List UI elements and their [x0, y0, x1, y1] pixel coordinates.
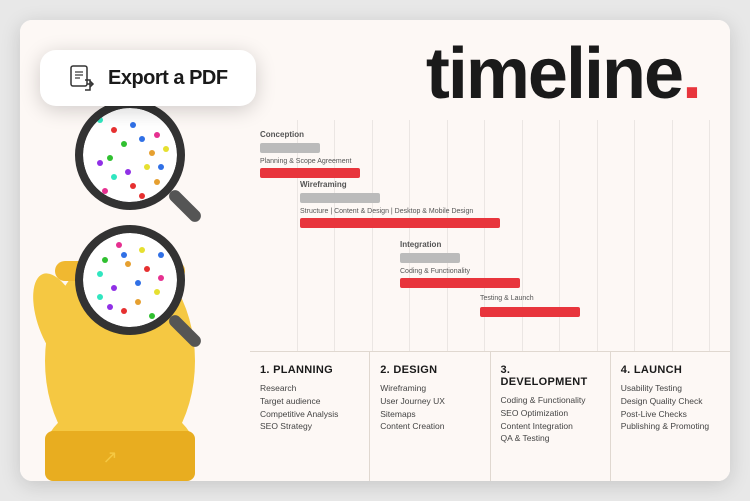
gantt-bar-2-red [300, 218, 500, 228]
section-design: 2. DESIGN Wireframing User Journey UX Si… [370, 352, 490, 481]
gantt-bar-4-red [480, 307, 580, 317]
gantt-row-2-label2: Structure | Content & Design | Desktop &… [300, 208, 580, 215]
section-planning-title: 1. PLANNING [260, 364, 359, 376]
section-design-item-2: User Journey UX [380, 395, 479, 408]
section-development: 3. DEVELOPMENT Coding & Functionality SE… [491, 352, 611, 481]
section-development-title: 3. DEVELOPMENT [501, 364, 600, 388]
gantt-row-2: Wireframing Structure | Content & Design… [300, 180, 580, 228]
section-launch-title: 4. LAUNCH [621, 364, 720, 376]
title-area: timeline. [426, 38, 700, 110]
gantt-bar-1-red [260, 168, 360, 178]
section-design-item-4: Content Creation [380, 420, 479, 433]
pdf-icon [68, 64, 96, 92]
section-launch: 4. LAUNCH Usability Testing Design Quali… [611, 352, 730, 481]
title-text: timeline [426, 34, 682, 114]
section-planning-item-3: Competitive Analysis [260, 408, 359, 421]
gantt-row-3: Integration Coding & Functionality [400, 240, 600, 288]
section-development-item-2: SEO Optimization [501, 407, 600, 420]
gantt-row-2-label1: Wireframing [300, 180, 580, 189]
section-design-item-3: Sitemaps [380, 408, 479, 421]
section-launch-item-4: Publishing & Promoting [621, 420, 720, 433]
gantt-row-3-label2: Coding & Functionality [400, 268, 600, 275]
export-pdf-label: Export a PDF [108, 67, 228, 90]
export-pdf-button[interactable]: Export a PDF [40, 50, 256, 106]
section-development-item-3: Content Integration [501, 420, 600, 433]
dots-bottom [83, 233, 177, 327]
section-launch-item-2: Design Quality Check [621, 395, 720, 408]
gantt-bar-3-gray [400, 253, 460, 263]
section-planning-item-2: Target audience [260, 395, 359, 408]
grid-col-11 [635, 120, 673, 370]
section-design-title: 2. DESIGN [380, 364, 479, 376]
gantt-row-4-label2: Testing & Launch [480, 295, 630, 302]
section-planning-item-1: Research [260, 382, 359, 395]
section-development-item-4: QA & Testing [501, 432, 600, 445]
section-planning: 1. PLANNING Research Target audience Com… [250, 352, 370, 481]
section-design-item-1: Wireframing [380, 382, 479, 395]
svg-text:↗: ↗ [102, 447, 117, 467]
gantt-row-4: Testing & Launch [480, 295, 630, 317]
title-dot: . [682, 34, 700, 114]
gantt-row-1-label1: Conception [260, 130, 460, 139]
section-launch-item-3: Post-Live Checks [621, 408, 720, 421]
grid-col-10 [598, 120, 636, 370]
illustration-area: ↗ [20, 60, 260, 481]
gantt-row-3-label1: Integration [400, 240, 600, 249]
gantt-bar-2-gray [300, 193, 380, 203]
section-planning-item-4: SEO Strategy [260, 420, 359, 433]
dots-top [83, 108, 177, 202]
section-development-item-1: Coding & Functionality [501, 394, 600, 407]
gantt-bar-3-red [400, 278, 520, 288]
page-title: timeline. [426, 34, 700, 114]
gantt-row-1: Conception Planning & Scope Agreement [260, 130, 460, 178]
section-launch-item-1: Usability Testing [621, 382, 720, 395]
gantt-row-1-label2: Planning & Scope Agreement [260, 158, 460, 165]
gantt-bar-1-gray [260, 143, 320, 153]
grid-col-12 [673, 120, 711, 370]
bottom-sections: 1. PLANNING Research Target audience Com… [250, 351, 730, 481]
